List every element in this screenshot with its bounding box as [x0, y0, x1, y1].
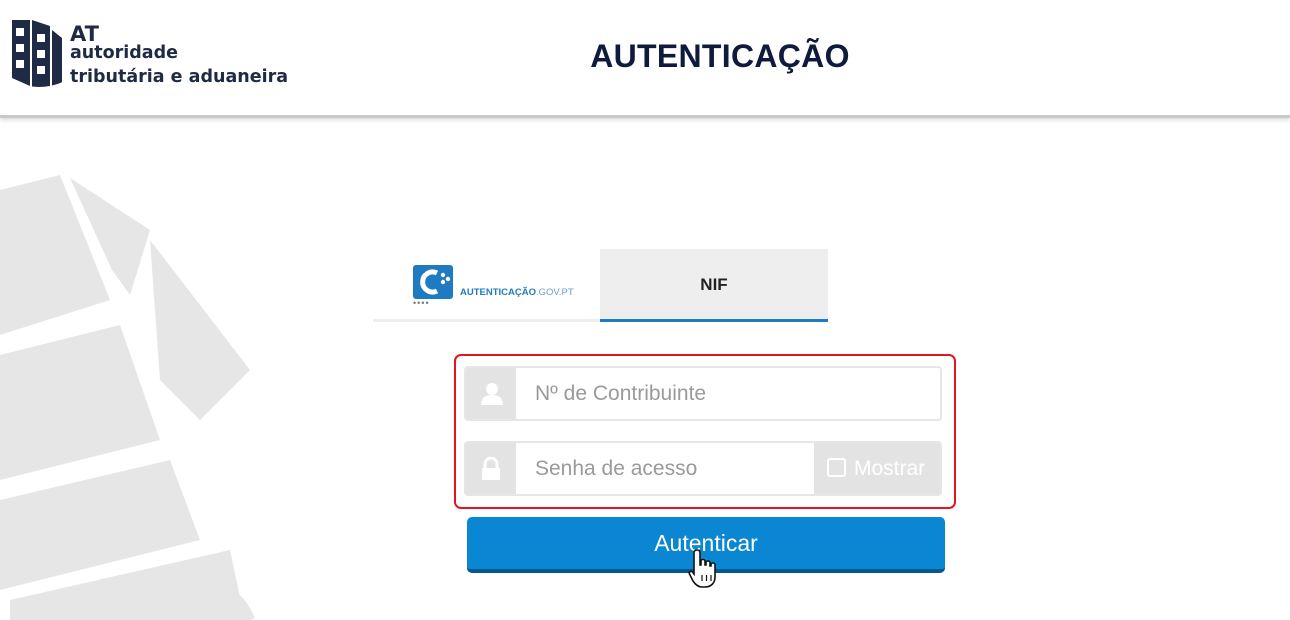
user-icon [481, 383, 503, 405]
hand-pointer-cursor-icon [688, 549, 716, 588]
page-header: AT autoridade tributária e aduaneira AUT… [0, 0, 1290, 118]
password-field: Mostrar [464, 441, 942, 496]
gov-brand-bold: AUTENTICAÇÃO [460, 287, 536, 298]
at-emblem-icon [11, 20, 63, 90]
nif-input[interactable] [516, 368, 940, 419]
at-logo[interactable]: AT autoridade tributária e aduaneira [8, 14, 298, 94]
tab-autenticacao-gov[interactable]: •••• AUTENTICAÇÃO.GOV.PT [373, 249, 600, 322]
auth-method-tabs: •••• AUTENTICAÇÃO.GOV.PT NIF [373, 249, 828, 322]
password-input[interactable] [516, 443, 814, 494]
logo-text-line2: tributária e aduaneira [70, 67, 289, 87]
logo-text-line1: autoridade [70, 43, 179, 63]
gov-brand-light: .GOV.PT [536, 287, 574, 298]
lock-icon [482, 457, 500, 480]
autenticacao-gov-icon [413, 265, 453, 299]
show-password-checkbox[interactable] [827, 458, 846, 477]
gov-brand-text: AUTENTICAÇÃO.GOV.PT [460, 287, 574, 298]
tab-nif[interactable]: NIF [600, 249, 828, 322]
nif-field [464, 366, 942, 421]
logo-abbr: AT [70, 22, 99, 46]
show-password-label: Mostrar [854, 457, 926, 480]
page-title: AUTENTICAÇÃO [590, 38, 850, 74]
gov-dots: •••• [413, 298, 430, 308]
nif-field-addon [466, 368, 516, 419]
emblem-watermark [0, 175, 255, 620]
show-password-toggle[interactable]: Mostrar [814, 443, 940, 494]
password-field-addon [466, 443, 516, 494]
tab-nif-label: NIF [700, 275, 728, 294]
